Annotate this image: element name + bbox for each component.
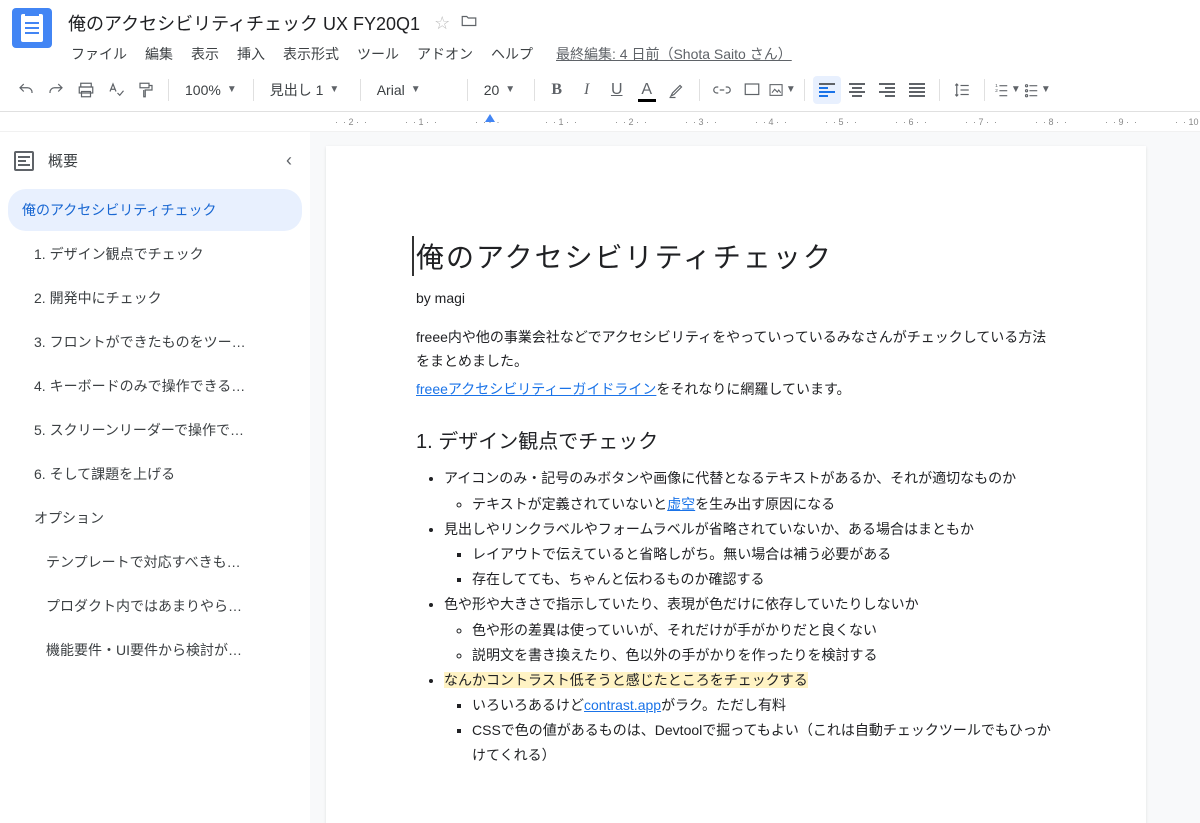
list-item[interactable]: CSSで色の値があるものは、Devtoolで掘ってもよい（これは自動チェックツー… xyxy=(472,718,1056,768)
outline-item[interactable]: 機能要件・UI要件から検討が… xyxy=(8,629,302,671)
document-title[interactable]: 俺のアクセシビリティチェック UX FY20Q1 xyxy=(64,8,424,38)
outline-item[interactable]: 俺のアクセシビリティチェック xyxy=(8,189,302,231)
outline-item[interactable]: テンプレートで対応すべきも… xyxy=(8,541,302,583)
insert-comment-button[interactable]: + xyxy=(738,76,766,104)
doc-heading-2[interactable]: 1. デザイン観点でチェック xyxy=(416,425,1056,454)
menu-addons[interactable]: アドオン xyxy=(410,40,480,68)
menu-tools[interactable]: ツール xyxy=(350,40,406,68)
undo-button[interactable] xyxy=(12,76,40,104)
list-item[interactable]: 見出しやリンクラベルやフォームラベルが省略されていないか、ある場合はまともか レ… xyxy=(444,517,1056,593)
doc-heading-1[interactable]: 俺のアクセシビリティチェック xyxy=(412,236,1056,276)
font-size-select[interactable]: 20▼ xyxy=(476,78,526,102)
contrast-app-link[interactable]: contrast.app xyxy=(584,697,661,713)
doc-byline[interactable]: by magi xyxy=(416,290,1056,306)
outline-item[interactable]: 1. デザイン観点でチェック xyxy=(8,233,302,275)
star-icon[interactable]: ☆ xyxy=(434,13,450,34)
outline-sidebar: 概要 ‹ 俺のアクセシビリティチェック1. デザイン観点でチェック2. 開発中に… xyxy=(0,132,310,823)
list-item[interactable]: 色や形の差異は使っていいが、それだけが手がかりだと良くない xyxy=(472,618,1056,643)
app-header: 俺のアクセシビリティチェック UX FY20Q1 ☆ ファイル 編集 表示 挿入… xyxy=(0,0,1200,68)
bulleted-list-button[interactable]: ▼ xyxy=(1023,76,1051,104)
line-spacing-button[interactable] xyxy=(948,76,976,104)
sidebar-title: 概要 xyxy=(48,150,78,171)
bold-button[interactable]: B xyxy=(543,76,571,104)
guideline-link[interactable]: freeeアクセシビリティーガイドライン xyxy=(416,381,656,397)
underline-button[interactable]: U xyxy=(603,76,631,104)
svg-text:2: 2 xyxy=(995,88,998,94)
doc-bullet-list[interactable]: アイコンのみ・記号のみボタンや画像に代替となるテキストがあるか、それが適切なもの… xyxy=(416,466,1056,768)
menubar: ファイル 編集 表示 挿入 表示形式 ツール アドオン ヘルプ 最終編集: 4 … xyxy=(64,40,1188,68)
paragraph-style-select[interactable]: 見出し 1▼ xyxy=(262,76,352,104)
align-left-button[interactable] xyxy=(813,76,841,104)
menu-file[interactable]: ファイル xyxy=(64,40,134,68)
outline-item[interactable]: オプション xyxy=(8,497,302,539)
spellcheck-button[interactable] xyxy=(102,76,130,104)
menu-insert[interactable]: 挿入 xyxy=(230,40,272,68)
doc-intro-link-line[interactable]: freeeアクセシビリティーガイドラインをそれなりに網羅しています。 xyxy=(416,378,1056,402)
outline-item[interactable]: 6. そして課題を上げる xyxy=(8,453,302,495)
list-item[interactable]: 存在してても、ちゃんと伝わるものか確認する xyxy=(472,567,1056,592)
list-item[interactable]: テキストが定義されていないと虚空を生み出す原因になる xyxy=(472,492,1056,517)
list-item[interactable]: なんかコントラスト低そうと感じたところをチェックする いろいろあるけどcontr… xyxy=(444,668,1056,769)
outline-icon[interactable] xyxy=(14,151,34,171)
align-justify-button[interactable] xyxy=(903,76,931,104)
paint-format-button[interactable] xyxy=(132,76,160,104)
italic-button[interactable]: I xyxy=(573,76,601,104)
highlighted-text[interactable]: なんかコントラスト低そうと感じたところをチェックする xyxy=(444,672,808,688)
align-right-button[interactable] xyxy=(873,76,901,104)
list-item[interactable]: アイコンのみ・記号のみボタンや画像に代替となるテキストがあるか、それが適切なもの… xyxy=(444,466,1056,516)
list-item[interactable]: レイアウトで伝えていると省略しがち。無い場合は補う必要がある xyxy=(472,542,1056,567)
void-link[interactable]: 虚空 xyxy=(667,496,695,512)
list-item[interactable]: 説明文を書き換えたり、色以外の手がかりを作ったりを検討する xyxy=(472,643,1056,668)
text-color-button[interactable]: A xyxy=(633,76,661,104)
print-button[interactable] xyxy=(72,76,100,104)
outline-item[interactable]: プロダクト内ではあまりやら… xyxy=(8,585,302,627)
folder-move-icon[interactable] xyxy=(460,12,478,35)
outline-item[interactable]: 3. フロントができたものをツー… xyxy=(8,321,302,363)
list-item[interactable]: 色や形や大きさで指示していたり、表現が色だけに依存していたりしないか 色や形の差… xyxy=(444,592,1056,668)
font-select[interactable]: Arial▼ xyxy=(369,78,459,102)
align-center-button[interactable] xyxy=(843,76,871,104)
zoom-select[interactable]: 100%▼ xyxy=(177,78,245,102)
insert-image-button[interactable]: ▼ xyxy=(768,76,796,104)
menu-view[interactable]: 表示 xyxy=(184,40,226,68)
list-item[interactable]: いろいろあるけどcontrast.appがラク。ただし有料 xyxy=(472,693,1056,718)
numbered-list-button[interactable]: 12▼ xyxy=(993,76,1021,104)
document-area[interactable]: 俺のアクセシビリティチェック by magi freee内や他の事業会社などでア… xyxy=(310,132,1200,823)
outline-item[interactable]: 5. スクリーンリーダーで操作で… xyxy=(8,409,302,451)
svg-text:+: + xyxy=(749,83,754,93)
toolbar: 100%▼ 見出し 1▼ Arial▼ 20▼ B I U A + ▼ 12▼ … xyxy=(0,68,1200,112)
outline-item[interactable]: 4. キーボードのみで操作できる… xyxy=(8,365,302,407)
insert-link-button[interactable] xyxy=(708,76,736,104)
highlight-button[interactable] xyxy=(663,76,691,104)
docs-logo-icon[interactable] xyxy=(12,8,52,48)
redo-button[interactable] xyxy=(42,76,70,104)
menu-help[interactable]: ヘルプ xyxy=(484,40,540,68)
document-page[interactable]: 俺のアクセシビリティチェック by magi freee内や他の事業会社などでア… xyxy=(326,146,1146,823)
collapse-sidebar-icon[interactable]: ‹ xyxy=(286,150,292,171)
menu-format[interactable]: 表示形式 xyxy=(276,40,346,68)
ruler[interactable]: · · 2 · ·· · 1 · ·· · · ·· · 1 · ·· · 2 … xyxy=(0,112,1200,132)
last-edit-link[interactable]: 最終編集: 4 日前（Shota Saito さん） xyxy=(556,44,792,64)
menu-edit[interactable]: 編集 xyxy=(138,40,180,68)
doc-intro-paragraph[interactable]: freee内や他の事業会社などでアクセシビリティをやっていっているみなさんがチェ… xyxy=(416,326,1056,374)
outline-item[interactable]: 2. 開発中にチェック xyxy=(8,277,302,319)
